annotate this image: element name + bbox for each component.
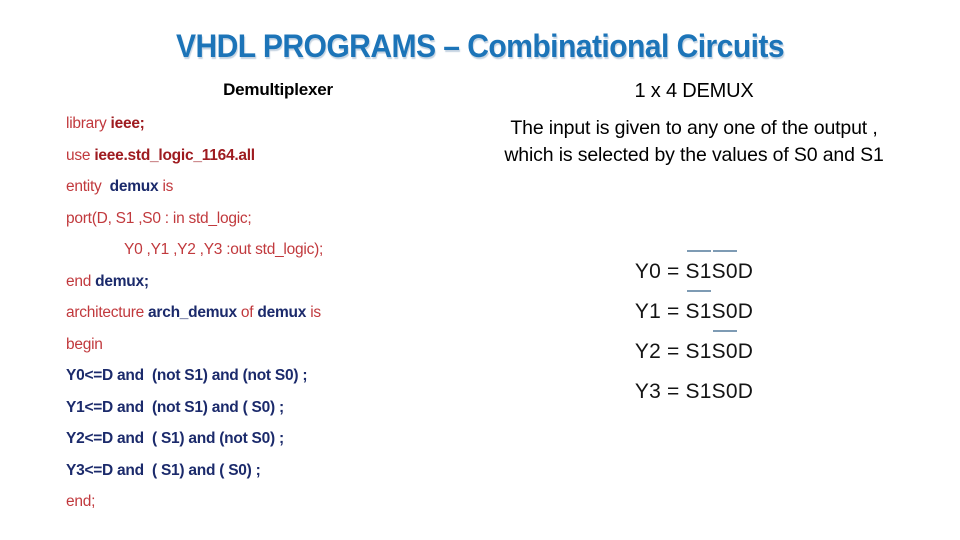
equation-term-complemented: S1 [686, 250, 712, 292]
code-line: begin [56, 329, 456, 361]
explanation-panel: 1 x 4 DEMUX The input is given to any on… [484, 78, 904, 169]
equation-lhs: Y0 = [634, 260, 686, 283]
code-token: end; [66, 493, 96, 510]
code-line: architecture arch_demux of demux is [56, 297, 456, 329]
equation-term: S0 [711, 380, 738, 403]
equation-term-complemented: S0 [712, 250, 738, 292]
code-line: Y0<=D and (not S1) and (not S0) ; [56, 360, 456, 392]
code-line: library ieee; [56, 108, 456, 140]
equation-lhs: Y1 = [634, 300, 686, 323]
code-token: port(D, S1 ,S0 : in std_logic; [66, 209, 252, 227]
boolean-equation: Y2 = S1S0D [484, 330, 904, 372]
equation-term: D [737, 340, 754, 363]
boolean-equation: Y0 = S1S0D [484, 250, 904, 292]
equation-term: D [737, 380, 754, 403]
equation-term: S1 [685, 380, 712, 403]
boolean-equations-list: Y0 = S1S0D Y1 = S1S0D Y2 = S1S0D Y3 = S1S0D [484, 250, 904, 412]
demux-title: 1 x 4 DEMUX [634, 80, 754, 102]
code-token: of [236, 304, 258, 321]
equation-term: S1 [685, 340, 712, 363]
code-line: Y0 ,Y1 ,Y2 ,Y3 :out std_logic); [56, 234, 456, 266]
page-title: VHDL PROGRAMS – Combinational Circuits [175, 28, 785, 64]
equation-term: D [737, 260, 754, 283]
boolean-equation: Y1 = S1S0D [484, 290, 904, 332]
code-token: is [306, 304, 321, 321]
equation-lhs: Y2 = [634, 340, 686, 363]
code-line: end demux; [56, 266, 456, 298]
code-line: use ieee.std_logic_1164.all [56, 140, 456, 172]
boolean-equation: Y3 = S1S0D [484, 372, 904, 412]
code-token: library [66, 115, 111, 132]
code-token: arch_demux [148, 304, 237, 321]
code-line: entity demux is [56, 171, 456, 203]
code-token: demux [109, 178, 159, 195]
equation-term: S0 [711, 300, 738, 323]
demux-description: The input is given to any one of the out… [504, 117, 884, 166]
code-token: is [158, 178, 174, 195]
equation-term-complemented: S1 [686, 290, 712, 332]
code-token: Y2<=D and ( S1) and (not S0) ; [66, 430, 284, 447]
code-token: Y0 ,Y1 ,Y2 ,Y3 :out std_logic); [124, 241, 324, 258]
code-token: demux; [95, 272, 149, 290]
code-panel-heading: Demultiplexer [223, 80, 333, 99]
code-token: begin [66, 335, 103, 353]
code-line: end; [56, 486, 456, 518]
code-line: Y1<=D and (not S1) and ( S0) ; [56, 392, 456, 424]
code-token: use [66, 146, 95, 164]
vhdl-code-listing: library ieee; use ieee.std_logic_1164.all… [56, 108, 456, 518]
equation-term: D [737, 300, 754, 323]
code-token: ieee.std_logic_1164.all [94, 146, 255, 164]
code-token: Y3<=D and ( S1) and ( S0) ; [66, 461, 261, 479]
code-line: Y2<=D and ( S1) and (not S0) ; [56, 423, 456, 455]
code-token: entity [66, 178, 110, 195]
vhdl-code-panel: Demultiplexer library ieee; use ieee.std_… [56, 80, 456, 518]
code-token: Y0<=D and (not S1) and (not S0) ; [66, 367, 308, 384]
equation-lhs: Y3 = [634, 380, 686, 403]
code-token: architecture [66, 304, 149, 321]
equation-term-complemented: S0 [712, 330, 738, 372]
code-line: Y3<=D and ( S1) and ( S0) ; [56, 455, 456, 487]
code-token: Y1<=D and (not S1) and ( S0) ; [66, 398, 284, 416]
code-token: end [66, 272, 96, 290]
code-token: ieee; [110, 115, 145, 132]
code-token: demux [257, 304, 307, 321]
code-line: port(D, S1 ,S0 : in std_logic; [56, 203, 456, 235]
